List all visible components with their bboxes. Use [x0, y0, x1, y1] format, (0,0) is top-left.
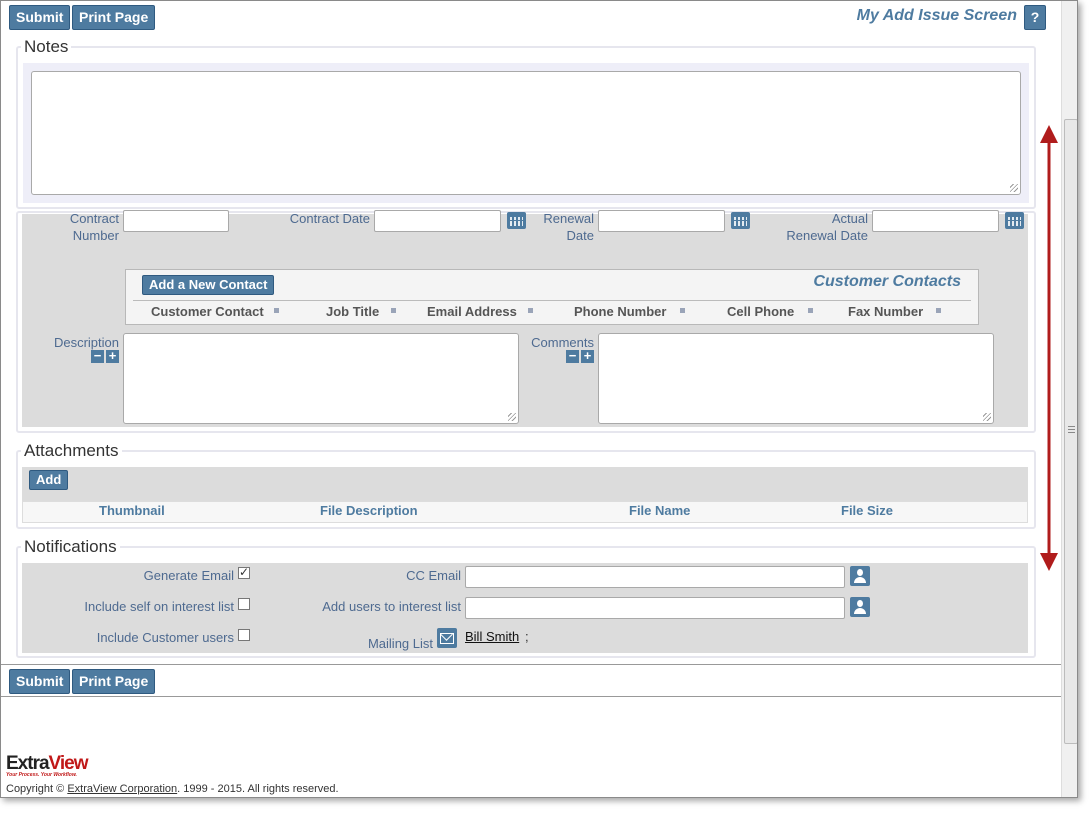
logo-text-a: Extra: [6, 753, 50, 774]
double-arrow-icon: [1040, 125, 1058, 571]
notes-legend: Notes: [21, 37, 72, 57]
divider: [1, 664, 1061, 665]
renewal-date-label: Renewal Date: [543, 211, 594, 243]
add-users-input[interactable]: [465, 597, 845, 619]
extraview-logo: ExtraView Your Process. Your Workflow.: [6, 753, 88, 778]
include-customer-label: Include Customer users: [96, 630, 234, 645]
copyright-prefix: Copyright ©: [6, 783, 65, 795]
sort-icon[interactable]: [680, 308, 685, 313]
mailing-list-label: Mailing List: [367, 636, 433, 651]
attachments-toolbar: [22, 467, 1028, 501]
generate-email-checkbox[interactable]: [238, 565, 250, 579]
resize-grip-icon[interactable]: [508, 413, 516, 421]
add-users-label: Add users to interest list: [322, 599, 461, 614]
expand-plus-icon[interactable]: +: [106, 349, 119, 363]
col-file-description[interactable]: File Description: [320, 503, 418, 518]
calendar-icon[interactable]: [507, 212, 526, 229]
vertical-scrollbar[interactable]: [1061, 1, 1077, 797]
copyright-suffix: . 1999 - 2015. All rights reserved.: [177, 783, 339, 795]
cc-email-input[interactable]: [465, 566, 845, 588]
logo-tagline: Your Process. Your Workflow.: [6, 772, 77, 778]
sort-icon[interactable]: [274, 308, 279, 313]
expand-plus-icon[interactable]: +: [581, 349, 594, 363]
contract-number-label: Contract Number: [69, 211, 119, 243]
sort-icon[interactable]: [391, 308, 396, 313]
collapse-minus-icon[interactable]: −: [91, 349, 104, 363]
notes-textarea[interactable]: [31, 71, 1021, 195]
col-email-address[interactable]: Email Address: [427, 304, 517, 319]
col-file-name[interactable]: File Name: [629, 503, 690, 518]
include-self-checkbox[interactable]: [238, 598, 250, 610]
mailing-list-user-link[interactable]: Bill Smith: [465, 629, 519, 644]
description-label: Description: [53, 335, 119, 350]
include-self-label: Include self on interest list: [84, 599, 234, 614]
calendar-icon[interactable]: [1005, 212, 1024, 229]
renewal-date-input[interactable]: [598, 210, 725, 232]
logo-text-b: View: [48, 753, 89, 774]
col-thumbnail[interactable]: Thumbnail: [99, 503, 165, 518]
resize-grip-icon[interactable]: [1010, 184, 1018, 192]
help-button[interactable]: ?: [1024, 5, 1046, 30]
screen-title: My Add Issue Screen: [856, 7, 1017, 24]
sort-icon[interactable]: [528, 308, 533, 313]
user-picker-icon[interactable]: [850, 566, 870, 586]
divider: [1, 696, 1061, 697]
submit-button-top[interactable]: Submit: [9, 5, 71, 30]
app-window: Submit Print Page My Add Issue Screen ? …: [0, 0, 1078, 798]
cc-email-label: CC Email: [406, 568, 461, 583]
col-customer-contact[interactable]: Customer Contact: [151, 304, 264, 319]
divider: [133, 300, 971, 301]
contract-date-label: Contract Date: [289, 211, 370, 226]
include-customer-checkbox[interactable]: [238, 629, 250, 641]
collapse-minus-icon[interactable]: −: [566, 349, 579, 363]
customer-contacts-title: Customer Contacts: [813, 273, 961, 290]
sort-icon[interactable]: [808, 308, 813, 313]
submit-button-bottom[interactable]: Submit: [9, 669, 71, 694]
actual-renewal-date-label: Actual Renewal Date: [786, 211, 868, 243]
contract-number-input[interactable]: [123, 210, 229, 232]
attachments-legend: Attachments: [21, 441, 122, 461]
notifications-legend: Notifications: [21, 537, 120, 557]
sort-icon[interactable]: [936, 308, 941, 313]
description-textarea[interactable]: [123, 333, 519, 424]
resize-grip-icon[interactable]: [983, 413, 991, 421]
col-job-title[interactable]: Job Title: [326, 304, 379, 319]
user-picker-icon[interactable]: [850, 597, 870, 617]
col-fax-number[interactable]: Fax Number: [848, 304, 923, 319]
mail-icon[interactable]: [437, 628, 457, 648]
contract-date-input[interactable]: [374, 210, 501, 232]
scrollbar-thumb[interactable]: [1064, 119, 1077, 744]
col-file-size[interactable]: File Size: [841, 503, 893, 518]
company-link[interactable]: ExtraView Corporation: [67, 783, 177, 795]
col-phone-number[interactable]: Phone Number: [574, 304, 666, 319]
calendar-icon[interactable]: [731, 212, 750, 229]
print-page-button-bottom[interactable]: Print Page: [72, 669, 156, 694]
mailing-list-separator: ;: [525, 629, 529, 644]
generate-email-label: Generate Email: [143, 568, 234, 583]
comments-textarea[interactable]: [598, 333, 994, 424]
actual-renewal-date-input[interactable]: [872, 210, 999, 232]
add-attachment-button[interactable]: Add: [29, 470, 69, 490]
copyright: Copyright © ExtraView Corporation. 1999 …: [6, 783, 339, 795]
print-page-button-top[interactable]: Print Page: [72, 5, 156, 30]
col-cell-phone[interactable]: Cell Phone: [727, 304, 794, 319]
add-new-contact-button[interactable]: Add a New Contact: [142, 275, 275, 295]
